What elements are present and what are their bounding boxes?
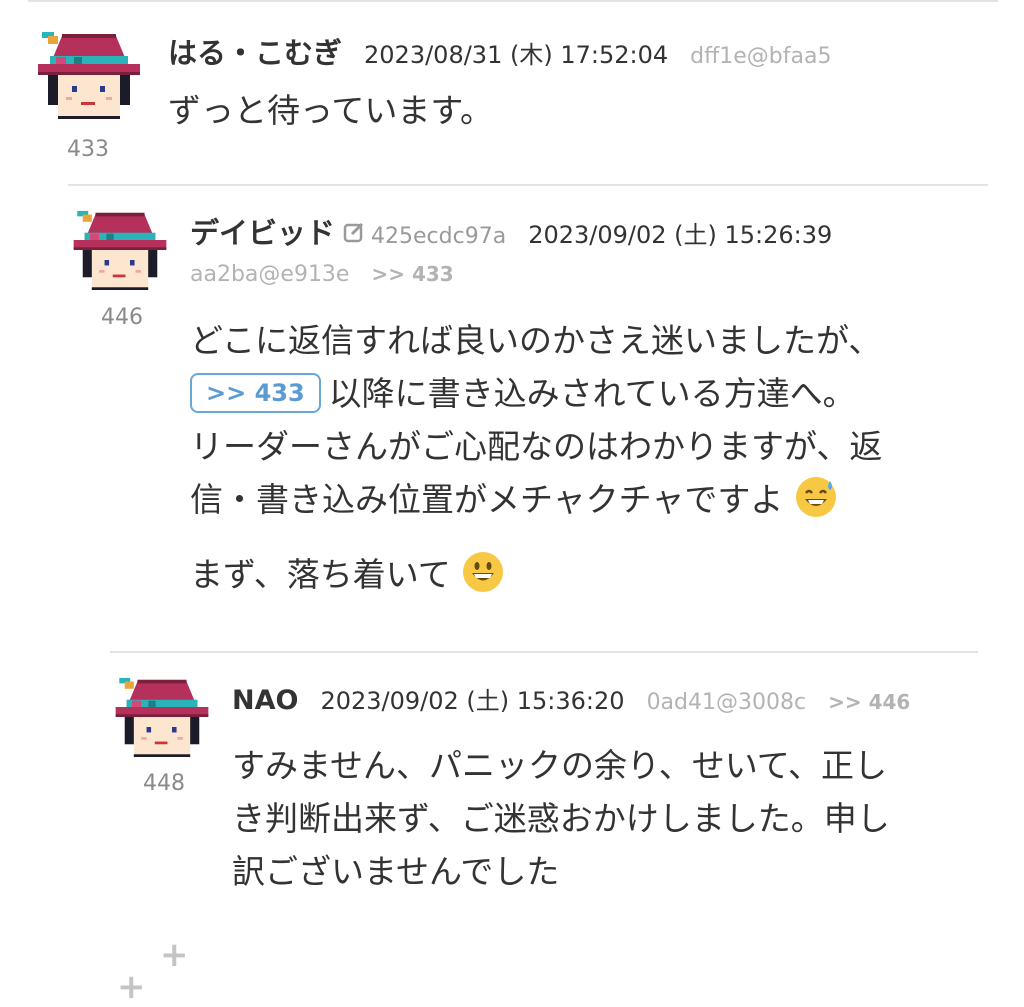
- post-body: ずっと待っています。: [168, 84, 493, 137]
- poster-name[interactable]: はる・こむぎ: [168, 30, 342, 72]
- edit-square-icon: [343, 222, 364, 243]
- add-plus-icon[interactable]: +: [160, 938, 189, 972]
- post-subheader: aa2ba@e913e >> 433: [190, 262, 454, 287]
- reply-link[interactable]: >> 446: [828, 690, 910, 714]
- poster-id-code: 425ecdc97a: [371, 224, 507, 249]
- post-line: 信・書き込み位置がメチャクチャですよ: [190, 480, 784, 519]
- poster-name[interactable]: NAO: [232, 685, 298, 716]
- post-433: 433 はる・こむぎ 2023/08/31 (木) 17:52:04 dff1e…: [0, 0, 1024, 180]
- post-line-with-emoji: まず、落ち着いて: [190, 548, 882, 601]
- add-plus-icon[interactable]: +: [117, 970, 146, 1004]
- poster-name[interactable]: デイビッド: [190, 210, 335, 252]
- poster-hash: 0ad41@3008c: [646, 690, 807, 715]
- anchor-button[interactable]: >> 433: [190, 373, 321, 413]
- post-datetime: 2023/09/02 (土) 15:36:20: [320, 687, 625, 715]
- post-body: すみません、パニックの余り、せいて、正し き判断出来ず、ご迷惑おかけしました。申…: [232, 739, 890, 898]
- post-datetime: 2023/09/02 (土) 15:26:39: [528, 221, 833, 249]
- post-header: NAO 2023/09/02 (土) 15:36:20 0ad41@3008c …: [232, 681, 910, 716]
- post-number: 433: [67, 137, 109, 162]
- post-header: はる・こむぎ 2023/08/31 (木) 17:52:04 dff1e@bfa…: [168, 30, 853, 72]
- post-446: 446 デイビッド 425ecdc97a 2023/09/02 (土) 15:2…: [0, 184, 1024, 644]
- post-number: 448: [143, 771, 185, 796]
- post-line-with-emoji: 信・書き込み位置がメチャクチャですよ: [190, 473, 882, 526]
- post-line: リーダーさんがご心配なのはわかりますが、返: [190, 427, 883, 466]
- post-line: まず、落ち着いて: [190, 555, 451, 594]
- post-line: き判断出来ず、ご迷惑おかけしました。申し: [232, 799, 890, 838]
- post-datetime: 2023/08/31 (木) 17:52:04: [364, 41, 669, 69]
- post-line: どこに返信すれば良いのかさえ迷いましたが、: [190, 321, 882, 360]
- post-line: 以降に書き込みされている方達へ。: [328, 374, 856, 413]
- grinning-face-emoji-icon: [463, 552, 504, 592]
- post-line: 訳ございませんでした: [232, 852, 560, 891]
- post-line: ずっと待っています。: [168, 91, 494, 130]
- post-header: デイビッド 425ecdc97a 2023/09/02 (土) 15:26:39: [190, 210, 854, 252]
- post-line: すみません、パニックの余り、せいて、正し: [232, 746, 888, 785]
- poster-hash: dff1e@bfaa5: [690, 44, 832, 69]
- grinning-sweat-emoji-icon: [795, 477, 836, 517]
- post-448: 448 NAO 2023/09/02 (土) 15:36:20 0ad41@30…: [0, 651, 1024, 911]
- post-line-with-anchor: >> 433 以降に書き込みされている方達へ。: [190, 367, 882, 420]
- post-number: 446: [101, 305, 143, 330]
- poster-hash: aa2ba@e913e: [190, 262, 350, 287]
- post-body: どこに返信すれば良いのかさえ迷いましたが、 >> 433 以降に書き込みされている…: [190, 314, 882, 601]
- user-avatar[interactable]: [34, 30, 144, 120]
- user-avatar[interactable]: [70, 208, 170, 292]
- reply-link[interactable]: >> 433: [371, 262, 453, 286]
- user-avatar[interactable]: [112, 675, 212, 759]
